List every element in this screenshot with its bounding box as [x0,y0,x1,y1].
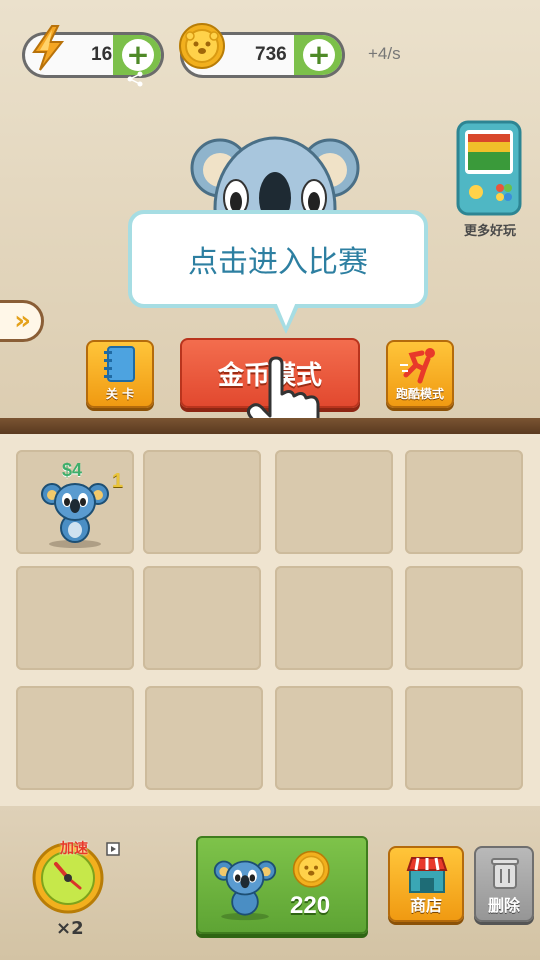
shop-label: 商店 [409,896,442,915]
plus-icon: + [122,39,154,71]
coin-icon [179,23,225,69]
cell-level: 1 [112,470,124,492]
level-mode-label: 关 卡 [105,387,135,401]
koala-unit-icon [213,860,277,921]
delete-button[interactable]: 删除 [474,846,534,922]
grid-cell[interactable] [16,686,134,790]
parkour-mode-button[interactable]: 跑酷模式 [386,340,454,408]
speed-up-label: 加速 [60,841,88,857]
add-energy-button[interactable]: + [113,35,161,75]
delete-label: 删除 [487,896,520,915]
shop-icon [406,857,448,893]
shop-button[interactable]: 商店 [388,846,464,922]
buy-koala-button[interactable]: 220 [196,836,368,934]
share-icon[interactable] [126,70,144,88]
lightning-icon [32,25,65,71]
koala-unit[interactable] [40,478,110,550]
runner-icon [400,348,435,384]
income-rate: +4/s [368,44,401,63]
side-expand-button[interactable]: » [0,300,44,342]
grid-cell[interactable] [16,566,134,670]
trash-icon [491,858,519,889]
level-mode-button[interactable]: 关 卡 [86,340,154,408]
grid-cell[interactable] [143,450,261,554]
coins-value: 736 [255,44,287,65]
shelf-divider [0,418,540,434]
buy-price: 220 [290,892,331,919]
merge-grid: $4 1 [0,438,540,806]
tutorial-tooltip: 点击进入比赛 [128,210,428,308]
grid-cell[interactable] [275,686,393,790]
grid-cell[interactable] [405,566,523,670]
parkour-mode-label: 跑酷模式 [395,387,444,401]
add-coins-button[interactable]: + [294,35,342,75]
grid-cell[interactable] [275,450,393,554]
grid-cell[interactable] [275,566,393,670]
grid-cell[interactable] [405,450,523,554]
double-chevron-right-icon: » [14,306,31,336]
grid-cell[interactable] [405,686,523,790]
video-ad-icon [106,842,120,856]
grid-cell[interactable]: $4 1 [16,450,134,554]
speed-multiplier: ×2 [56,918,84,939]
plus-icon: + [303,39,335,71]
grid-cell[interactable] [145,686,263,790]
handheld-game-icon[interactable] [456,120,522,216]
notebook-icon [104,346,135,382]
energy-value: 16 [91,44,113,65]
more-games-label: 更多好玩 [463,224,516,239]
grid-cell[interactable] [143,566,261,670]
coin-icon [292,850,330,888]
tooltip-text: 点击进入比赛 [188,245,368,280]
